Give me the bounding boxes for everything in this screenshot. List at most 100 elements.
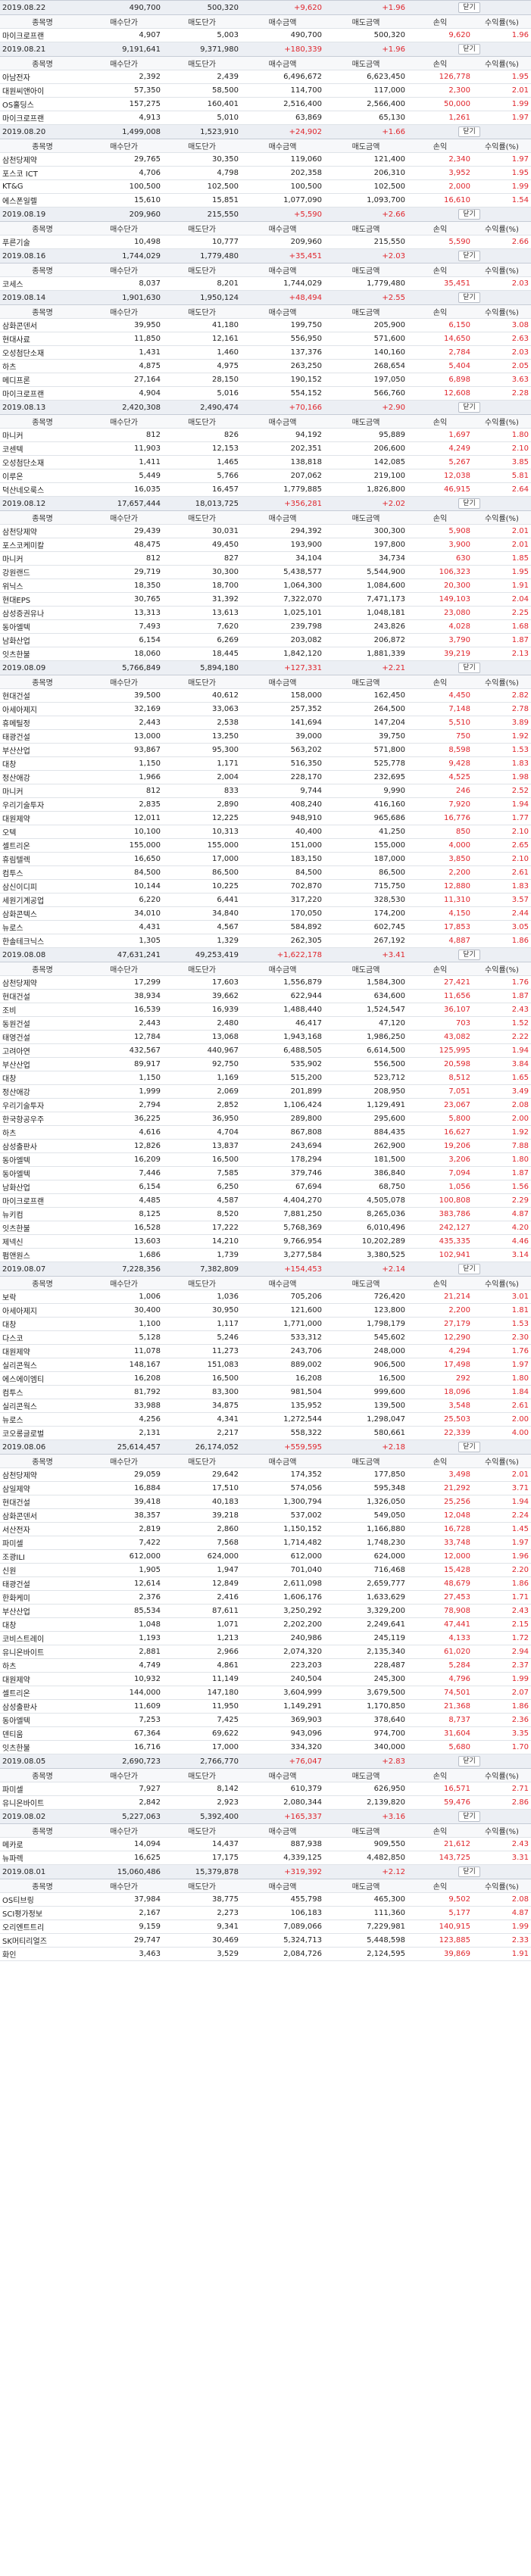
table-row: 대원제약 12,011 12,225 948,910 965,686 16,776 1.77 [0, 811, 531, 825]
stock-name: 마이크로프랜 [0, 111, 85, 125]
trade-cell: 1,465 [163, 455, 241, 469]
close-button[interactable]: 닫기 [458, 292, 480, 303]
close-button[interactable]: 닫기 [458, 1264, 480, 1274]
trade-cell: 2.86 [473, 1795, 531, 1810]
close-button[interactable]: 닫기 [458, 1867, 480, 1877]
close-button[interactable]: 닫기 [458, 209, 480, 220]
close-button[interactable]: 닫기 [458, 663, 480, 673]
trade-cell: 537,002 [241, 1508, 324, 1523]
stock-name: 조광ILI [0, 1549, 85, 1564]
trade-cell: 12,038 [408, 469, 473, 483]
trade-cell: 7,322,070 [241, 592, 324, 607]
trade-cell: 2.30 [473, 1330, 531, 1345]
stock-name: 코세스 [0, 276, 85, 291]
trade-cell: 100,500 [241, 179, 324, 194]
trade-cell: 1,084,600 [324, 579, 408, 593]
close-cell: 닫기 [408, 124, 531, 139]
trade-cell: 33,988 [85, 1399, 163, 1413]
close-button[interactable]: 닫기 [458, 2, 480, 13]
trade-cell: 48,475 [85, 538, 163, 552]
trade-cell: 13,313 [85, 606, 163, 620]
stock-name: 남화산업 [0, 1180, 85, 1194]
trade-cell: 14,437 [163, 1837, 241, 1851]
trade-cell: 6,220 [85, 893, 163, 907]
stock-name: 삼일제약 [0, 1481, 85, 1495]
close-button[interactable]: 닫기 [458, 1811, 480, 1822]
trade-cell: 2,273 [163, 1906, 241, 1920]
trade-cell: 1.96 [473, 1549, 531, 1564]
close-button[interactable]: 닫기 [458, 126, 480, 137]
trade-cell: 595,348 [324, 1481, 408, 1495]
table-row: 유니온바이트 2,881 2,966 2,074,320 2,135,340 61,020… [0, 1645, 531, 1659]
table-row: 아남전자 2,392 2,439 6,496,672 6,623,450 126,778 1… [0, 70, 531, 84]
trade-cell: 4,133 [408, 1631, 473, 1645]
trade-cell: 1,697 [408, 428, 473, 442]
summary-sell-price: 1,950,124 [163, 290, 241, 305]
close-button[interactable]: 닫기 [458, 950, 480, 960]
trade-cell: 86,500 [163, 865, 241, 880]
table-row: 태영건설 12,784 13,068 1,943,168 1,986,250 43,082… [0, 1030, 531, 1044]
trade-cell: 750 [408, 729, 473, 744]
trade-cell: 1,986,250 [324, 1030, 408, 1044]
stock-name: 삼성출판사 [0, 1139, 85, 1153]
table-row: 세원기계공업 6,220 6,441 317,220 328,530 11,310 3.57 [0, 893, 531, 907]
stock-name: 푸른기술 [0, 235, 85, 249]
trade-cell: 69,622 [163, 1726, 241, 1741]
table-row: 실리콘웍스 148,167 151,083 889,002 906,500 17,498 1… [0, 1358, 531, 1372]
trade-cell: 3,548 [408, 1399, 473, 1413]
trade-cell: 4,249 [408, 441, 473, 456]
trade-cell: 46,417 [241, 1016, 324, 1031]
trade-cell: 9,159 [85, 1920, 163, 1934]
column-header: 손익 [408, 962, 473, 976]
stock-name: 대원제약 [0, 1344, 85, 1358]
column-header: 수익률(%) [473, 1768, 531, 1782]
trade-cell: 3.57 [473, 893, 531, 907]
trade-cell: 15,851 [163, 193, 241, 207]
column-header: 매도금액 [324, 56, 408, 70]
trade-cell: 554,152 [241, 386, 324, 401]
trade-cell: 34,010 [85, 906, 163, 921]
close-button[interactable]: 닫기 [458, 251, 480, 261]
stock-name: 동아엘텍 [0, 1152, 85, 1167]
column-header: 매수금액 [241, 1768, 324, 1782]
stock-name: 삼신이디피 [0, 879, 85, 893]
column-header: 매도단가 [163, 139, 241, 153]
close-button[interactable]: 닫기 [458, 498, 480, 509]
trade-cell: 12,849 [163, 1576, 241, 1591]
column-header: 손익 [408, 1276, 473, 1290]
trade-cell: 1.98 [473, 770, 531, 784]
trade-cell: 2.61 [473, 1399, 531, 1413]
close-button[interactable]: 닫기 [458, 1442, 480, 1452]
column-header: 매도금액 [324, 962, 408, 976]
column-header: 매수단가 [85, 1768, 163, 1782]
trade-cell: 16,208 [85, 1371, 163, 1386]
table-row: 메카로 14,094 14,437 887,938 909,550 21,612 2.43 [0, 1837, 531, 1851]
trade-cell: 2,069 [163, 1084, 241, 1099]
trade-cell: 2.10 [473, 441, 531, 456]
summary-sell-price: 5,392,400 [163, 1809, 241, 1824]
day-summary-row: 2019.08.01 15,060,486 15,379,878 +319,392 +2… [0, 1864, 531, 1879]
stock-name: 셀트리온 [0, 838, 85, 853]
stock-name: 대창 [0, 1617, 85, 1632]
summary-sell-price: 1,523,910 [163, 124, 241, 139]
close-cell: 닫기 [408, 42, 531, 57]
trade-cell: 34,840 [163, 906, 241, 921]
trade-cell: 630 [408, 551, 473, 566]
table-row: KT&G 100,500 102,500 100,500 102,500 2,000 1.9… [0, 179, 531, 194]
stock-name: 마이크로프랜 [0, 386, 85, 401]
trade-cell: 3.05 [473, 920, 531, 934]
trade-cell: 2,923 [163, 1795, 241, 1810]
trade-cell: 3,850 [408, 852, 473, 866]
trade-cell: 5,449 [85, 469, 163, 483]
trade-cell: 1.94 [473, 797, 531, 812]
close-button[interactable]: 닫기 [458, 1756, 480, 1767]
table-row: 남화산업 6,154 6,250 67,694 68,750 1,056 1.56 [0, 1180, 531, 1194]
trade-cell: 39,219 [408, 647, 473, 661]
close-button[interactable]: 닫기 [458, 402, 480, 413]
trade-cell: 2,074,320 [241, 1645, 324, 1659]
trade-cell: 17,603 [163, 975, 241, 990]
close-button[interactable]: 닫기 [458, 44, 480, 55]
table-row: 정산애강 1,966 2,004 228,170 232,695 4,525 1.98 [0, 770, 531, 784]
trade-cell: 13,000 [85, 729, 163, 744]
stock-name: 마니커 [0, 551, 85, 566]
